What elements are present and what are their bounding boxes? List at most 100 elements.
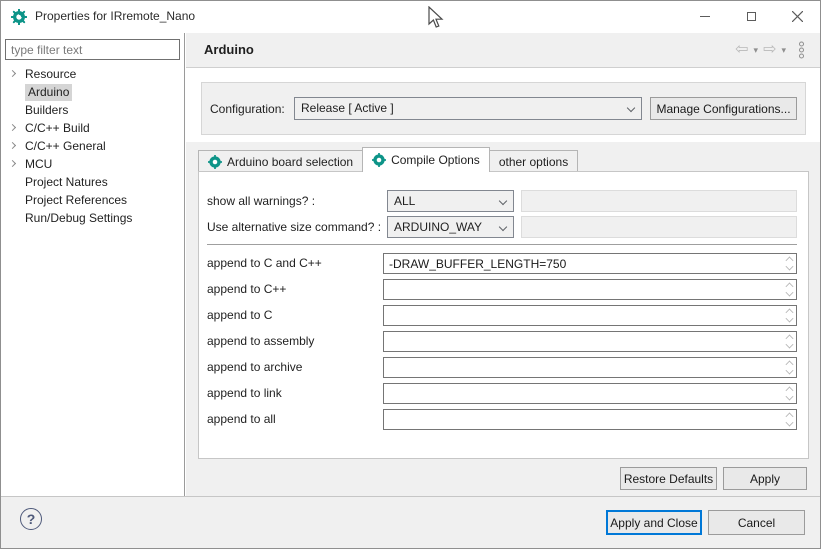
expand-chevron-icon[interactable] [9, 70, 16, 77]
append-c-cpp-field-wrap [383, 253, 797, 274]
tree-item-builders[interactable]: Builders [1, 101, 184, 119]
configuration-value: Release [ Active ] [301, 101, 394, 115]
tree-item-project-references[interactable]: Project References [1, 191, 184, 209]
tab-bar: Arduino board selection Compile Options [198, 149, 577, 172]
tab-label: other options [499, 155, 568, 169]
tree-item-run-debug[interactable]: Run/Debug Settings [1, 209, 184, 227]
expand-chevron-icon[interactable] [9, 160, 16, 167]
append-all-field-wrap [383, 409, 797, 430]
append-c-input[interactable] [383, 305, 797, 326]
expand-chevron-icon[interactable] [9, 124, 16, 131]
append-c-field-wrap [383, 305, 797, 326]
tree-item-label: Project References [25, 193, 127, 207]
chevron-down-icon [499, 197, 507, 205]
tab-label: Arduino board selection [227, 155, 353, 169]
size-command-disabled-field [521, 216, 797, 238]
append-cpp-field-wrap [383, 279, 797, 300]
warnings-value: ALL [394, 194, 415, 208]
tree-item-label: MCU [25, 157, 52, 171]
tab-other-options[interactable]: other options [489, 150, 578, 172]
expand-chevron-icon[interactable] [9, 142, 16, 149]
append-c-label: append to C [207, 308, 272, 322]
properties-dialog: Properties for IRremote_Nano Resource Ar… [0, 0, 821, 549]
tree-item-arduino[interactable]: Arduino [1, 83, 184, 101]
maximize-icon [747, 12, 756, 21]
tab-arduino-board-selection[interactable]: Arduino board selection [198, 150, 363, 172]
warnings-select[interactable]: ALL [387, 190, 514, 212]
size-command-label: Use alternative size command? : [207, 220, 381, 234]
tab-folder: Arduino board selection Compile Options [186, 142, 820, 498]
tree-item-label: Resource [25, 67, 76, 81]
compile-options-form: show all warnings? : ALL Use alternative… [198, 171, 809, 459]
append-cpp-label: append to C++ [207, 282, 286, 296]
main-panel: Arduino ⇦ ▾ ⇨ ▾ Configuration: Release [… [186, 33, 820, 498]
properties-tree: Resource Arduino Builders C/C++ Build C/… [1, 65, 184, 227]
back-arrow-icon[interactable]: ⇦ [735, 42, 748, 58]
tree-item-cpp-build[interactable]: C/C++ Build [1, 119, 184, 137]
minimize-icon [700, 16, 710, 17]
forward-menu-caret-icon[interactable]: ▾ [781, 46, 786, 55]
append-all-label: append to all [207, 412, 276, 426]
append-link-input[interactable] [383, 383, 797, 404]
append-assembly-field-wrap [383, 331, 797, 352]
tree-item-mcu[interactable]: MCU [1, 155, 184, 173]
configuration-group: Configuration: Release [ Active ] Manage… [201, 82, 806, 135]
help-icon[interactable]: ? [20, 508, 42, 530]
dialog-button-bar: ? Apply and Close Cancel [1, 496, 820, 548]
forward-arrow-icon[interactable]: ⇨ [763, 42, 776, 58]
append-all-input[interactable] [383, 409, 797, 430]
back-menu-caret-icon[interactable]: ▾ [754, 46, 759, 55]
tab-label: Compile Options [391, 153, 480, 167]
tree-item-label: C/C++ General [25, 139, 106, 153]
append-archive-input[interactable] [383, 357, 797, 378]
minimize-button[interactable] [682, 1, 728, 32]
tree-item-label: Project Natures [25, 175, 108, 189]
tree-item-cpp-general[interactable]: C/C++ General [1, 137, 184, 155]
cancel-button[interactable]: Cancel [708, 510, 805, 535]
append-archive-field-wrap [383, 357, 797, 378]
page-header: Arduino ⇦ ▾ ⇨ ▾ [186, 33, 820, 68]
page-title: Arduino [204, 33, 254, 67]
size-command-value: ARDUINO_WAY [394, 220, 482, 234]
filter-input[interactable] [5, 39, 180, 60]
close-button[interactable] [774, 1, 820, 32]
configuration-select[interactable]: Release [ Active ] [294, 97, 642, 120]
close-icon [792, 11, 803, 22]
titlebar: Properties for IRremote_Nano [1, 1, 820, 33]
size-command-select[interactable]: ARDUINO_WAY [387, 216, 514, 238]
tree-item-resource[interactable]: Resource [1, 65, 184, 83]
gear-icon [372, 153, 386, 167]
append-c-cpp-label: append to C and C++ [207, 256, 322, 270]
view-menu-icon[interactable] [797, 41, 806, 59]
header-nav: ⇦ ▾ ⇨ ▾ [735, 33, 806, 67]
tree-item-project-natures[interactable]: Project Natures [1, 173, 184, 191]
tree-item-label-selected: Arduino [25, 84, 72, 101]
chevron-down-icon [499, 223, 507, 231]
window-title: Properties for IRremote_Nano [35, 1, 195, 32]
tab-compile-options[interactable]: Compile Options [362, 147, 490, 172]
warnings-label: show all warnings? : [207, 194, 315, 208]
append-cpp-input[interactable] [383, 279, 797, 300]
append-assembly-input[interactable] [383, 331, 797, 352]
tree-item-label: Run/Debug Settings [25, 211, 132, 225]
configuration-label: Configuration: [210, 102, 294, 116]
maximize-button[interactable] [728, 1, 774, 32]
page-content: Configuration: Release [ Active ] Manage… [186, 69, 820, 498]
app-gear-icon [11, 9, 27, 25]
apply-and-close-button[interactable]: Apply and Close [606, 510, 702, 535]
form-separator [207, 244, 797, 245]
append-assembly-label: append to assembly [207, 334, 314, 348]
append-link-label: append to link [207, 386, 282, 400]
warnings-disabled-field [521, 190, 797, 212]
restore-defaults-button[interactable]: Restore Defaults [620, 467, 717, 490]
append-link-field-wrap [383, 383, 797, 404]
tree-item-label: Builders [25, 103, 68, 117]
append-c-cpp-input[interactable] [383, 253, 797, 274]
apply-button[interactable]: Apply [723, 467, 807, 490]
append-archive-label: append to archive [207, 360, 302, 374]
chevron-down-icon [627, 104, 635, 112]
mouse-cursor [428, 6, 444, 30]
manage-configurations-button[interactable]: Manage Configurations... [650, 97, 797, 120]
sidebar: Resource Arduino Builders C/C++ Build C/… [1, 33, 185, 498]
gear-icon [208, 155, 222, 169]
